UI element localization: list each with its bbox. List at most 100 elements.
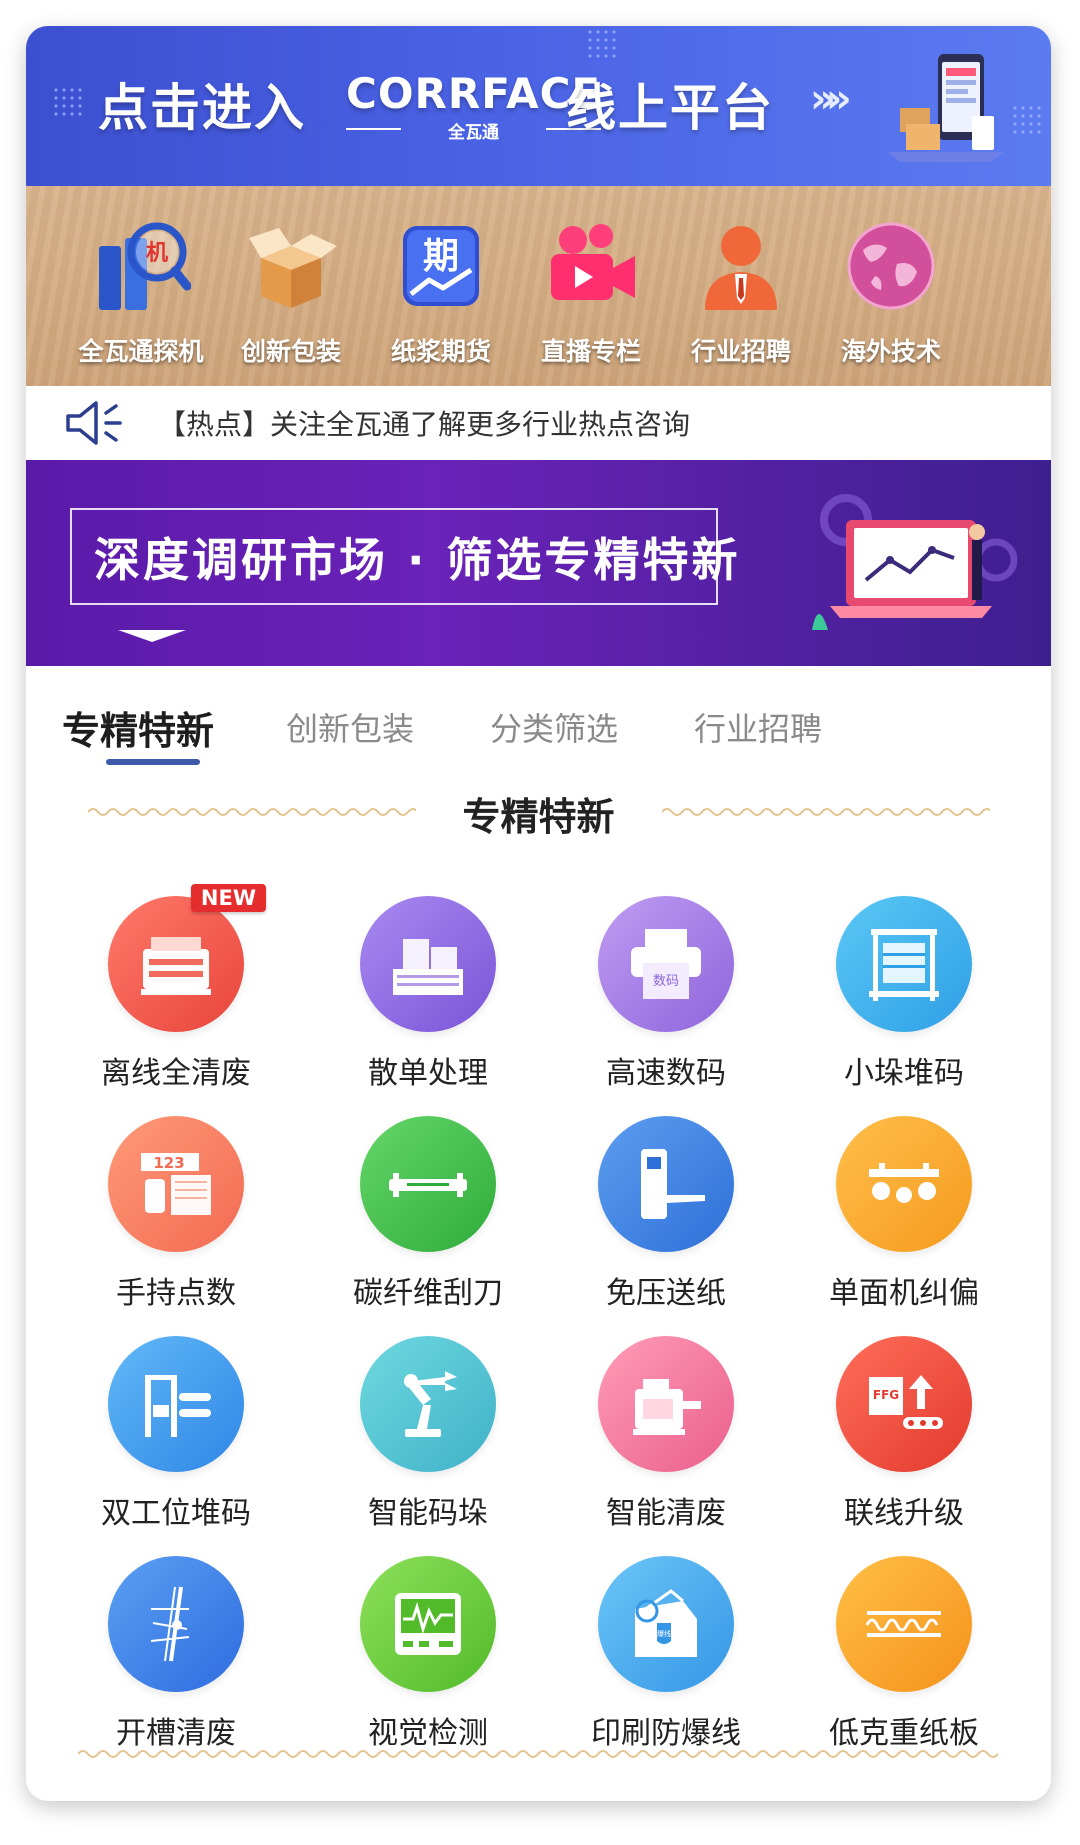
category-label: 海外技术 bbox=[840, 337, 941, 366]
grid-glyph: 爆线 bbox=[657, 1629, 671, 1638]
grid-item-label: 单面机纠偏 bbox=[829, 1276, 979, 1311]
grid-item-inline-upgrade[interactable]: FFG 联线升级 bbox=[794, 1336, 1014, 1536]
grid-item-low-gsm-board[interactable]: 低克重纸板 bbox=[794, 1556, 1014, 1756]
paper-feeder-icon bbox=[598, 1116, 734, 1252]
category-pulp-futures[interactable]: 期 纸浆期货 bbox=[366, 216, 516, 376]
category-quanwatong-tanji[interactable]: 机 全瓦通探机 bbox=[66, 216, 216, 376]
grid-item-label: 小垛堆码 bbox=[844, 1056, 964, 1091]
category-nav: 机 全瓦通探机 创新包装 期 纸浆期货 直播专栏 行业招聘 海外技术 bbox=[26, 186, 1051, 386]
research-promo-banner[interactable]: 深度调研市场 · 筛选专精特新 bbox=[26, 460, 1051, 666]
grid-item-vision-inspection[interactable]: 视觉检测 bbox=[318, 1556, 538, 1756]
grid-item-label: 免压送纸 bbox=[606, 1276, 726, 1311]
grid-item-label: 智能码垛 bbox=[368, 1496, 488, 1531]
brand-logo: CORRFACE 全瓦通 bbox=[346, 69, 602, 143]
globe-icon bbox=[841, 216, 941, 316]
person-icon bbox=[691, 216, 791, 316]
rollers-icon bbox=[836, 1116, 972, 1252]
notice-text: 【热点】关注全瓦通了解更多行业热点咨询 bbox=[158, 408, 691, 441]
category-industry-recruitment[interactable]: 行业招聘 bbox=[666, 216, 816, 376]
category-glyph: 期 bbox=[423, 236, 459, 277]
grid-glyph: FFG bbox=[873, 1388, 899, 1402]
grid-item-dual-station-stacking[interactable]: 双工位堆码 bbox=[66, 1336, 286, 1536]
grid-item-label: 手持点数 bbox=[116, 1276, 236, 1311]
digital-printer-icon: 数码 bbox=[598, 896, 734, 1032]
grid-item-label: 智能清废 bbox=[606, 1496, 726, 1531]
grid-item-small-stacking[interactable]: 小垛堆码 bbox=[794, 896, 1014, 1096]
video-camera-icon bbox=[541, 216, 641, 316]
grid-item-label: 低克重纸板 bbox=[829, 1716, 979, 1751]
decor-dots bbox=[1011, 104, 1045, 138]
banner-platform-text: 线上平台 bbox=[566, 79, 774, 137]
grid-item-slotting-waste[interactable]: 开槽清废 bbox=[66, 1556, 286, 1756]
grid-item-bulk-orders[interactable]: 散单处理 bbox=[318, 896, 538, 1096]
grid-glyph: 数码 bbox=[653, 974, 679, 989]
category-label: 全瓦通探机 bbox=[78, 337, 204, 366]
grid-item-smart-palletizing[interactable]: 智能码垛 bbox=[318, 1336, 538, 1536]
grid-item-label: 散单处理 bbox=[368, 1056, 488, 1091]
grid-item-label: 印刷防爆线 bbox=[591, 1716, 741, 1751]
grid-item-label: 开槽清废 bbox=[116, 1716, 236, 1751]
grid-item-smart-waste-cleaning[interactable]: 智能清废 bbox=[556, 1336, 776, 1536]
wave-divider-right bbox=[662, 808, 990, 816]
decor-dots bbox=[52, 86, 86, 120]
category-label: 行业招聘 bbox=[690, 337, 791, 366]
promo-title: 深度调研市场 · 筛选专精特新 bbox=[94, 532, 741, 587]
tab-category-filter[interactable]: 分类筛选 bbox=[490, 704, 618, 750]
section-tabs: 专精特新 创新包装 分类筛选 行业招聘 bbox=[26, 666, 1051, 766]
paper-stack-icon bbox=[360, 896, 496, 1032]
offline-waste-machine-icon: NEW bbox=[108, 884, 266, 1032]
wave-divider-bottom bbox=[78, 1750, 998, 1758]
tab-industry-recruitment[interactable]: 行业招聘 bbox=[694, 704, 822, 750]
tab-innovative-packaging[interactable]: 创新包装 bbox=[286, 704, 414, 750]
chevrons-right-icon: »» bbox=[810, 76, 852, 122]
category-overseas-tech[interactable]: 海外技术 bbox=[816, 216, 966, 376]
category-innovative-packaging[interactable]: 创新包装 bbox=[216, 216, 366, 376]
category-label: 创新包装 bbox=[240, 337, 341, 366]
new-badge: NEW bbox=[190, 884, 266, 912]
grid-item-label: 视觉检测 bbox=[368, 1716, 488, 1751]
category-glyph: 机 bbox=[146, 241, 168, 266]
active-tab-indicator bbox=[106, 759, 200, 765]
box-icon bbox=[241, 216, 341, 316]
speaker-icon bbox=[66, 401, 122, 445]
caret-down-icon bbox=[118, 630, 186, 642]
grid-item-anti-burst-printing[interactable]: 爆线 印刷防爆线 bbox=[556, 1556, 776, 1756]
grid-item-handheld-count[interactable]: 123 手持点数 bbox=[66, 1116, 286, 1316]
category-label: 纸浆期货 bbox=[390, 337, 491, 366]
handheld-counter-icon: 123 bbox=[108, 1116, 244, 1252]
brand-name: CORRFACE bbox=[346, 69, 602, 118]
brand-subtitle: 全瓦通 bbox=[346, 118, 602, 143]
futures-chart-icon: 期 bbox=[391, 216, 491, 316]
grid-item-label: 碳纤维刮刀 bbox=[353, 1276, 503, 1311]
shelf-rack-icon bbox=[836, 896, 972, 1032]
smart-waste-machine-icon bbox=[598, 1336, 734, 1472]
category-live-column[interactable]: 直播专栏 bbox=[516, 216, 666, 376]
category-label: 直播专栏 bbox=[540, 337, 641, 366]
grid-item-offline-waste[interactable]: NEW 离线全清废 bbox=[66, 884, 286, 1096]
grid-item-label: 联线升级 bbox=[844, 1496, 964, 1531]
anti-burst-box-icon: 爆线 bbox=[598, 1556, 734, 1692]
phone-shopping-illustration bbox=[888, 54, 1004, 162]
grid-item-single-facer-correction[interactable]: 单面机纠偏 bbox=[794, 1116, 1014, 1316]
slotting-blade-icon bbox=[108, 1556, 244, 1692]
laptop-chart-illustration bbox=[812, 494, 1018, 630]
banner-enter-text: 点击进入 bbox=[98, 79, 306, 137]
app-card: 点击进入 CORRFACE 全瓦通 线上平台 »» 机 全瓦通探机 创新包装 期… bbox=[26, 26, 1051, 1801]
grid-item-label: 离线全清废 bbox=[101, 1056, 251, 1091]
search-machine-icon: 机 bbox=[91, 216, 192, 316]
dual-station-icon bbox=[108, 1336, 244, 1472]
platform-entry-banner[interactable]: 点击进入 CORRFACE 全瓦通 线上平台 »» bbox=[26, 26, 1051, 186]
grid-item-pressure-free-feed[interactable]: 免压送纸 bbox=[556, 1116, 776, 1316]
grid-item-carbon-scraper[interactable]: 碳纤维刮刀 bbox=[318, 1116, 538, 1316]
decor-dots bbox=[586, 28, 620, 62]
conveyor-upgrade-icon: FFG bbox=[836, 1336, 972, 1472]
hot-notice-bar[interactable]: 【热点】关注全瓦通了解更多行业热点咨询 bbox=[26, 386, 1051, 460]
scraper-blade-icon bbox=[360, 1116, 496, 1252]
grid-item-label: 双工位堆码 bbox=[101, 1496, 251, 1531]
promo-frame: 深度调研市场 · 筛选专精特新 bbox=[70, 508, 738, 605]
tab-specialized-new[interactable]: 专精特新 bbox=[62, 700, 214, 755]
grid-item-label: 高速数码 bbox=[606, 1056, 726, 1091]
corrugated-board-icon bbox=[836, 1556, 972, 1692]
grid-item-high-speed-digital[interactable]: 数码 高速数码 bbox=[556, 896, 776, 1096]
monitor-wave-icon bbox=[360, 1556, 496, 1692]
